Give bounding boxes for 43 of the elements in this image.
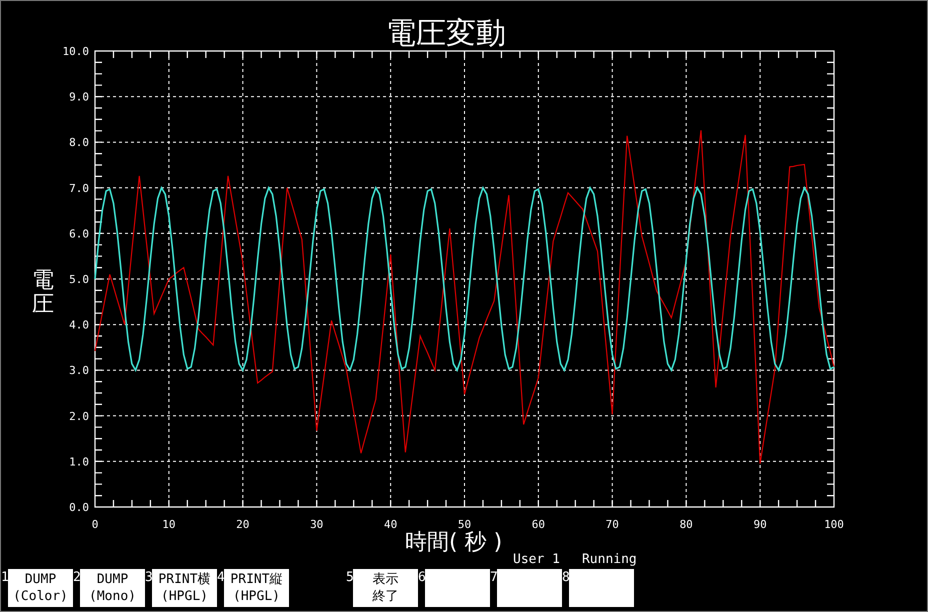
tick-label: 70 xyxy=(606,518,619,531)
tick-label: 4.0 xyxy=(69,318,89,332)
x-axis-label: 時間( 秒 ) xyxy=(405,530,502,553)
tick-label: 0 xyxy=(92,518,98,531)
key-number: 6 xyxy=(418,569,425,587)
tick-label: 10 xyxy=(162,518,176,531)
tick-label: 0.0 xyxy=(69,501,89,514)
chart-title: 電圧変動 xyxy=(386,16,506,51)
tick-label: 9.0 xyxy=(69,90,89,104)
tick-label: 60 xyxy=(532,518,546,531)
key-number: 1 xyxy=(1,569,8,587)
function-key[interactable] xyxy=(497,569,562,607)
function-key[interactable]: 表示 終了 xyxy=(353,569,418,607)
tick-label: 8.0 xyxy=(69,136,89,150)
tick-label: 3.0 xyxy=(69,364,89,378)
key-number: 5 xyxy=(346,569,353,587)
tick-label: 40 xyxy=(384,518,398,531)
function-key[interactable]: PRINT縦 (HPGL) xyxy=(224,569,289,607)
user-label: User 1 xyxy=(513,553,560,567)
tick-label: 90 xyxy=(753,518,767,531)
tick-label: 50 xyxy=(458,518,472,531)
tick-label: 1.0 xyxy=(69,455,89,468)
tick-label: 30 xyxy=(310,518,324,531)
tick-label: 100 xyxy=(824,518,844,531)
tick-label: 10.0 xyxy=(62,45,89,58)
function-key[interactable] xyxy=(569,569,634,607)
function-key[interactable]: DUMP (Color) xyxy=(8,569,73,607)
key-number: 8 xyxy=(562,569,569,587)
function-key[interactable] xyxy=(425,569,490,607)
key-number: 2 xyxy=(73,569,80,587)
key-number: 7 xyxy=(490,569,497,587)
tick-label: 6.0 xyxy=(69,227,89,240)
tick-label: 5.0 xyxy=(69,273,89,286)
y-axis-label: 電圧 xyxy=(32,268,54,317)
tick-label: 7.0 xyxy=(69,182,89,195)
run-status: Running xyxy=(582,553,637,567)
tick-label: 20 xyxy=(236,518,250,531)
tick-label: 80 xyxy=(680,518,693,531)
key-number: 3 xyxy=(145,569,152,587)
key-number: 4 xyxy=(217,569,224,587)
function-key[interactable]: DUMP (Mono) xyxy=(80,569,145,607)
tick-label: 2.0 xyxy=(69,410,89,423)
function-key[interactable]: PRINT横 (HPGL) xyxy=(152,569,217,607)
